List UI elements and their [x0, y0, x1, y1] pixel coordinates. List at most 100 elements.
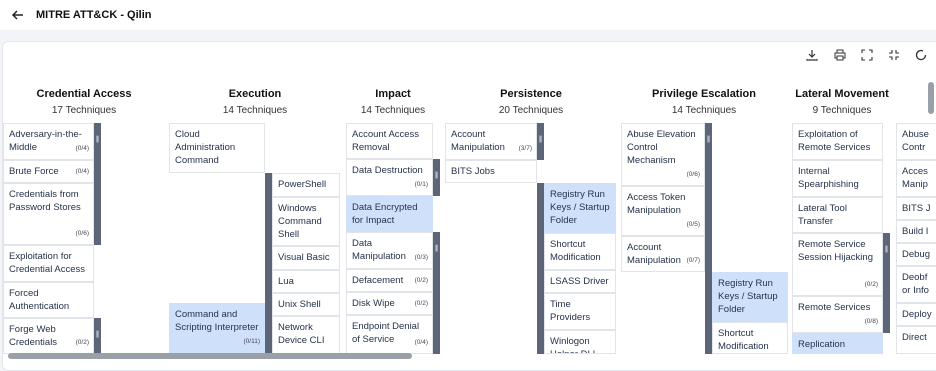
technique-label: BITS Jobs	[451, 166, 495, 177]
subtechnique-cell[interactable]: Registry Run Keys / Startup Folder	[712, 272, 788, 322]
expand-subtechniques-toggle[interactable]	[94, 123, 101, 245]
top-bar: MITRE ATT&CK - Qilin	[0, 0, 936, 30]
subtechnique-label: Visual Basic	[278, 252, 330, 263]
column-name: Credential Access	[36, 88, 132, 100]
expand-subtechniques-toggle[interactable]	[537, 123, 544, 160]
technique-cell[interactable]: Direct	[896, 326, 936, 354]
technique-cell[interactable]: Acces Manip	[896, 160, 936, 197]
technique-cell[interactable]: Endpoint Denial of Service (0/4)	[346, 315, 433, 354]
expand-subtechniques-toggle[interactable]	[433, 159, 440, 196]
subtechnique-count: (0/1)	[414, 181, 428, 188]
technique-label: Acces Manip	[902, 166, 928, 190]
technique-cell[interactable]: Replication	[792, 333, 883, 354]
expand-icon[interactable]	[860, 48, 874, 62]
technique-cell[interactable]: Deobf or Info	[896, 266, 936, 303]
technique-cell[interactable]: Remote Service Session Hijacking (0/2)	[792, 233, 883, 296]
technique-cell[interactable]: Remote Services (0/8)	[792, 296, 883, 333]
technique-label: Exploitation of Remote Services	[798, 129, 871, 153]
technique-cell[interactable]: Debug	[896, 243, 936, 266]
technique-cell[interactable]: Build I	[896, 220, 936, 243]
horizontal-scrollbar[interactable]	[8, 353, 412, 359]
column-count: 14 Techniques	[360, 105, 426, 116]
print-icon[interactable]	[833, 48, 847, 62]
technique-cell[interactable]: BITS J	[896, 197, 936, 220]
subtechnique-cell[interactable]: Windows Command Shell	[272, 197, 340, 246]
expand-subtechniques-toggle[interactable]	[433, 232, 440, 354]
technique-label: Command and Scripting Interpreter	[175, 309, 259, 333]
subtechnique-cell[interactable]: Shortcut Modification	[712, 322, 788, 354]
technique-label: Forced Authentication	[9, 288, 70, 312]
technique-cell[interactable]: Data Manipulation (0/3)	[346, 232, 433, 269]
column-count: 14 Techniques	[222, 105, 288, 116]
subtechnique-count: (0/4)	[75, 145, 89, 152]
subtechnique-cell[interactable]: Lua	[272, 270, 340, 293]
technique-label: Remote Services	[798, 302, 871, 313]
subtechnique-connector	[265, 173, 272, 354]
download-icon[interactable]	[805, 48, 819, 62]
expand-subtechniques-toggle[interactable]	[705, 123, 712, 272]
technique-cell[interactable]: Data Destruction (0/1)	[346, 159, 433, 196]
technique-cell[interactable]: Access Token Manipulation (0/5)	[621, 186, 705, 236]
subtechnique-cell[interactable]: Visual Basic	[272, 246, 340, 270]
subtechnique-count: (0/3)	[414, 254, 428, 261]
technique-label: Data Encrypted for Impact	[352, 202, 418, 226]
technique-cell[interactable]: Exploitation of Remote Services	[792, 123, 883, 160]
collapse-icon[interactable]	[887, 48, 901, 62]
technique-cell[interactable]: Internal Spearphishing	[792, 160, 883, 197]
subtechnique-connector	[705, 272, 712, 354]
subtechnique-cell[interactable]: Shortcut Modification	[544, 233, 616, 270]
technique-label: Disk Wipe	[352, 298, 395, 309]
vertical-scrollbar[interactable]	[928, 82, 934, 114]
technique-label: Access Token Manipulation	[627, 192, 686, 216]
subtechnique-label: PowerShell	[278, 179, 327, 190]
technique-cell[interactable]: Account Manipulation (0/7)	[621, 236, 705, 272]
technique-cell[interactable]: Command and Scripting Interpreter (0/11)	[169, 303, 265, 353]
refresh-icon[interactable]	[914, 48, 928, 62]
subtechnique-cell[interactable]: LSASS Driver	[544, 270, 616, 293]
arrow-left-icon[interactable]	[10, 7, 26, 23]
technique-label: Direct	[902, 332, 927, 343]
technique-cell[interactable]: Forge Web Credentials (0/2)	[3, 318, 94, 354]
subtechnique-cell[interactable]: Network Device CLI	[272, 316, 340, 354]
technique-label: Remote Service Session Hijacking	[798, 239, 873, 263]
technique-cell[interactable]: BITS Jobs	[445, 160, 537, 183]
technique-cell[interactable]: Account Manipulation (3/7)	[445, 123, 537, 160]
technique-label: Replication	[798, 339, 845, 350]
column-header-credential-access: Credential Access 17 Techniques	[14, 88, 154, 116]
column-count: 20 Techniques	[498, 105, 564, 116]
technique-label: Internal Spearphishing	[798, 166, 859, 190]
subtechnique-label: LSASS Driver	[550, 276, 609, 287]
technique-cell[interactable]: Disk Wipe (0/2)	[346, 292, 433, 315]
technique-cell[interactable]: Adversary-in-the-Middle (0/4)	[3, 123, 94, 160]
subtechnique-cell[interactable]: Unix Shell	[272, 293, 340, 316]
expand-subtechniques-toggle[interactable]	[94, 318, 101, 354]
column-count: 14 Techniques	[671, 105, 737, 116]
technique-label: Abuse Elevation Control Mechanism	[627, 129, 696, 166]
technique-cell[interactable]: Data Encrypted for Impact	[346, 196, 433, 232]
technique-cell[interactable]: Deploy	[896, 303, 936, 326]
column-count: 17 Techniques	[51, 105, 117, 116]
technique-label: Build I	[902, 226, 929, 237]
subtechnique-cell[interactable]: PowerShell	[272, 173, 340, 197]
subtechnique-cell[interactable]: Time Providers	[544, 293, 616, 330]
technique-cell[interactable]: Defacement (0/2)	[346, 269, 433, 292]
technique-label: Account Manipulation	[451, 129, 505, 153]
column-name: Privilege Escalation	[652, 88, 756, 100]
technique-cell[interactable]: Forced Authentication	[3, 282, 94, 318]
technique-label: Brute Force	[9, 166, 59, 177]
technique-cell[interactable]: Account Access Removal	[346, 123, 433, 159]
technique-label: Exploitation for Credential Access	[9, 251, 86, 275]
subtechnique-label: Lua	[278, 276, 294, 287]
subtechnique-count: (0/2)	[864, 281, 878, 288]
expand-subtechniques-toggle[interactable]	[883, 233, 890, 333]
technique-cell[interactable]: Abuse Contr	[896, 123, 936, 160]
subtechnique-cell[interactable]: Registry Run Keys / Startup Folder	[544, 183, 616, 233]
technique-cell[interactable]: Exploitation for Credential Access	[3, 245, 94, 282]
technique-cell[interactable]: Lateral Tool Transfer	[792, 197, 883, 233]
subtechnique-cell[interactable]: Winlogon Helper DLL	[544, 330, 616, 354]
technique-cell[interactable]: Abuse Elevation Control Mechanism (0/6)	[621, 123, 705, 186]
technique-label: Deobf or Info	[902, 272, 929, 296]
technique-cell[interactable]: Cloud Administration Command	[169, 123, 265, 173]
technique-cell[interactable]: Credentials from Password Stores (0/6)	[3, 183, 94, 245]
technique-cell[interactable]: Brute Force (0/4)	[3, 160, 94, 183]
